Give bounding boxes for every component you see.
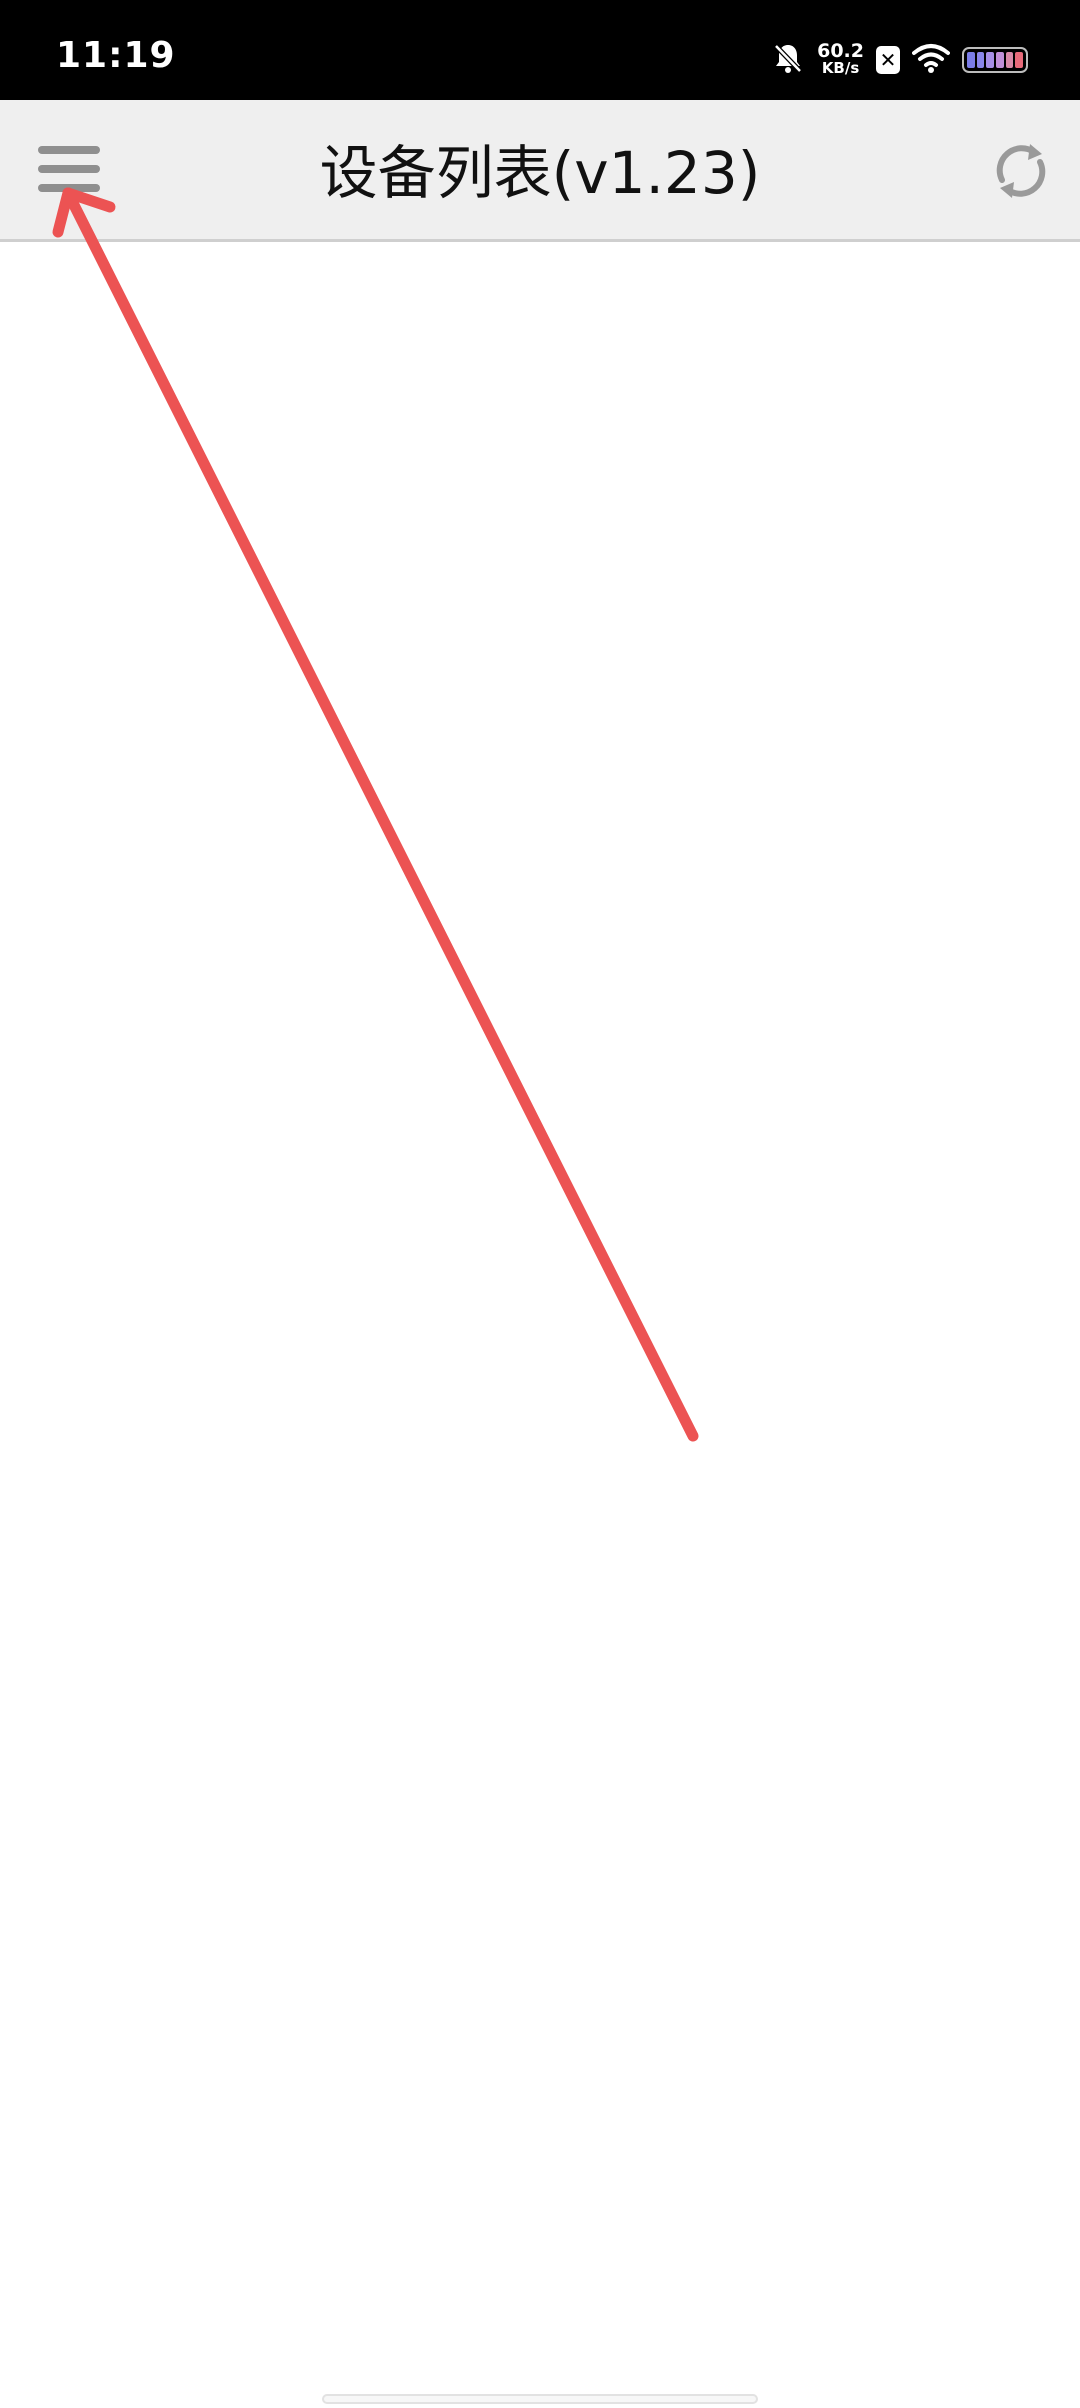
battery-level-cell: [1005, 52, 1014, 68]
nfc-icon: ✕: [876, 46, 900, 74]
status-bar: 11:19 60.2 KB/s ✕: [0, 0, 1080, 100]
wifi-icon: [912, 42, 950, 78]
page-title: 设备列表(v1.23): [319, 139, 761, 207]
app-bar: 设备列表(v1.23): [0, 100, 1080, 242]
refresh-icon: [996, 144, 1046, 198]
device-list-screen: 11:19 60.2 KB/s ✕ 设备列表(v1.23): [0, 0, 1080, 2408]
bell-off-icon: [771, 41, 805, 79]
battery-level-cell: [967, 52, 975, 68]
battery-level-cell: [976, 52, 985, 68]
battery-level-cell: [986, 52, 995, 68]
net-speed-unit: KB/s: [821, 59, 860, 77]
battery-level-cell: [1015, 52, 1024, 68]
battery-icon: [962, 47, 1028, 73]
status-icons: 60.2 KB/s ✕: [771, 40, 1028, 80]
device-list: [0, 242, 1080, 2408]
net-speed-value: 60.2: [817, 40, 864, 62]
home-indicator[interactable]: [322, 2394, 758, 2404]
refresh-button[interactable]: [986, 136, 1056, 206]
status-time: 11:19: [56, 35, 176, 76]
battery-level-cell: [996, 52, 1004, 68]
net-speed: 60.2 KB/s: [817, 40, 864, 77]
